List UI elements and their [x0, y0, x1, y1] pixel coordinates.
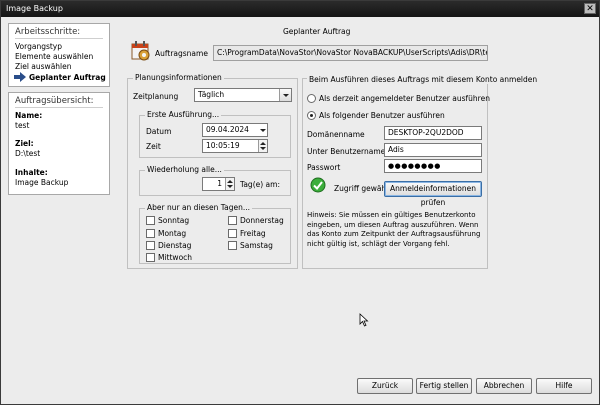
- scheduled-job-icon: [131, 41, 150, 61]
- time-label: Zeit: [146, 142, 161, 151]
- account-title: Beim Ausführen dieses Auftrags mit diese…: [307, 75, 540, 84]
- page-title: Geplanter Auftrag: [283, 27, 351, 36]
- planning-title: Planungsinformationen: [133, 73, 224, 82]
- overview-target-value: D:\test: [15, 149, 41, 158]
- title-bar: Image Backup ✕: [1, 1, 599, 17]
- time-spinner[interactable]: [258, 140, 267, 152]
- radio-current-user-label: Als derzeit angemeldeter Benutzer ausfüh…: [319, 94, 490, 103]
- label-donnerstag: Donnerstag: [240, 216, 284, 225]
- overview-title: Auftragsübersicht:: [15, 96, 94, 106]
- repeat-stepper[interactable]: 1: [202, 177, 235, 191]
- days-title: Aber nur an diesen Tagen...: [145, 203, 253, 212]
- overview-content-value: Image Backup: [15, 178, 69, 187]
- label-montag: Montag: [158, 229, 187, 238]
- image-backup-window: Image Backup ✕ Arbeitsschritte: Vorgangs…: [0, 0, 600, 405]
- time-value: 10:05:19: [206, 141, 240, 150]
- arrow-right-icon: [14, 72, 26, 82]
- schedule-dropdown[interactable]: Täglich: [194, 88, 292, 102]
- radio-current-user[interactable]: [307, 94, 316, 103]
- repeat-spinner[interactable]: [225, 178, 234, 190]
- checkbox-sonntag[interactable]: [146, 216, 155, 225]
- chevron-down-icon[interactable]: [279, 89, 291, 101]
- domain-label: Domänenname: [307, 130, 365, 139]
- time-field[interactable]: 10:05:19: [202, 139, 268, 153]
- check-credentials-button[interactable]: Anmeldeinformationen prüfen: [384, 181, 482, 207]
- step-item-elemente[interactable]: Elemente auswählen: [15, 52, 93, 61]
- first-run-title: Erste Ausführung...: [145, 110, 222, 119]
- close-icon[interactable]: ✕: [584, 3, 596, 14]
- domain-field[interactable]: DESKTOP-2QU2DOD: [384, 126, 482, 140]
- checkbox-montag[interactable]: [146, 229, 155, 238]
- date-label: Datum: [146, 127, 172, 136]
- overview-panel: Auftragsübersicht: Name: test Ziel: D:\t…: [8, 92, 110, 195]
- window-title: Image Backup: [6, 4, 63, 13]
- radio-other-user[interactable]: [307, 111, 316, 120]
- job-name-label: Auftragsname: [155, 49, 208, 58]
- label-dienstag: Dienstag: [158, 241, 192, 250]
- checkbox-donnerstag[interactable]: [228, 216, 237, 225]
- overview-name-label: Name:: [15, 111, 43, 120]
- checkbox-mittwoch[interactable]: [146, 253, 155, 262]
- job-name-field[interactable]: C:\ProgramData\NovaStor\NovaStor NovaBAC…: [213, 45, 488, 61]
- date-value: 09.04.2024: [206, 125, 249, 134]
- help-button[interactable]: Hilfe: [536, 378, 592, 394]
- check-ok-icon: [310, 177, 326, 193]
- mouse-cursor-icon: [359, 313, 369, 327]
- calendar-dropdown-icon[interactable]: [257, 124, 267, 136]
- label-samstag: Samstag: [240, 241, 273, 250]
- radio-other-user-label: Als folgender Benutzer ausführen: [319, 111, 445, 120]
- schedule-value: Täglich: [198, 90, 225, 99]
- label-freitag: Freitag: [240, 229, 266, 238]
- password-field[interactable]: ●●●●●●●●: [384, 159, 482, 173]
- steps-panel: Arbeitsschritte: Vorgangstyp Elemente au…: [8, 23, 110, 87]
- step-item-geplanter-auftrag[interactable]: Geplanter Auftrag: [29, 73, 106, 82]
- checkbox-dienstag[interactable]: [146, 241, 155, 250]
- step-item-ziel[interactable]: Ziel auswählen: [15, 62, 72, 71]
- cancel-button[interactable]: Abbrechen: [476, 378, 532, 394]
- label-mittwoch: Mittwoch: [158, 253, 193, 262]
- username-field[interactable]: Adis: [384, 143, 482, 157]
- steps-title: Arbeitsschritte:: [15, 27, 81, 37]
- password-label: Passwort: [307, 163, 341, 172]
- hint-text: Hinweis: Sie müssen ein gültiges Benutze…: [307, 211, 481, 248]
- label-sonntag: Sonntag: [158, 216, 190, 225]
- finish-button[interactable]: Fertig stellen: [416, 378, 472, 394]
- schedule-label: Zeitplanung: [133, 92, 179, 101]
- repeat-unit: Tag(e) am:: [240, 180, 280, 189]
- overview-name-value: test: [15, 121, 30, 130]
- back-button[interactable]: Zurück: [357, 378, 413, 394]
- checkbox-freitag[interactable]: [228, 229, 237, 238]
- overview-content-label: Inhalte:: [15, 168, 48, 177]
- username-label: Unter Benutzernamen: [307, 147, 390, 156]
- overview-target-label: Ziel:: [15, 139, 34, 148]
- date-picker[interactable]: 09.04.2024: [202, 123, 268, 137]
- repeat-value: 1: [217, 179, 222, 188]
- repeat-title: Wiederholung alle...: [145, 165, 224, 174]
- step-item-vorgangstyp[interactable]: Vorgangstyp: [15, 42, 62, 51]
- checkbox-samstag[interactable]: [228, 241, 237, 250]
